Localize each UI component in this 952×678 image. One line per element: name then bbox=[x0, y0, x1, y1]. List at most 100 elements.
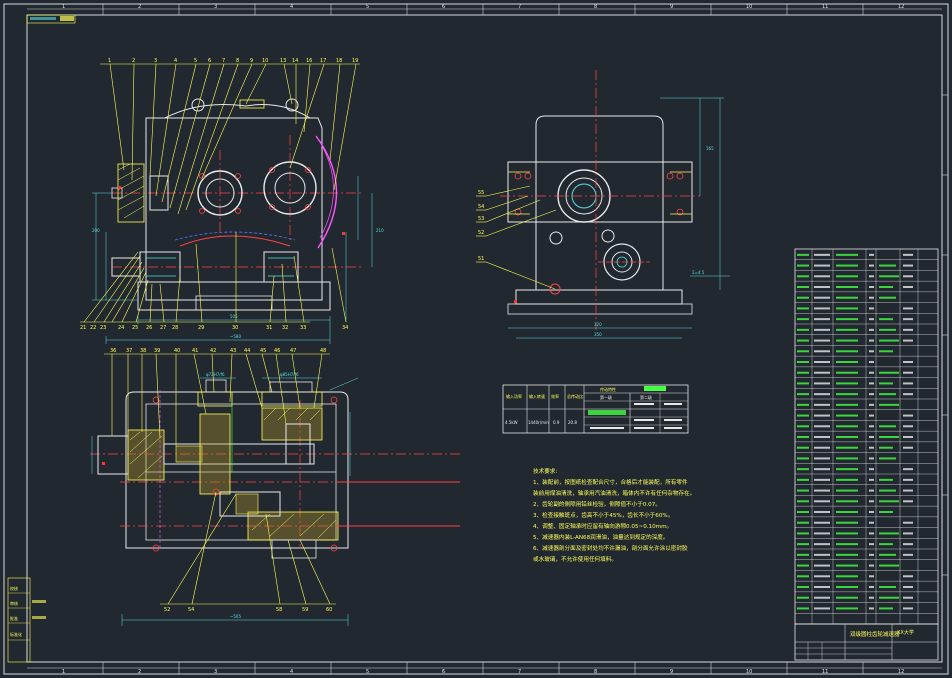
part-balloon: 36 bbox=[110, 348, 116, 354]
parts-cell-text bbox=[869, 393, 874, 396]
parts-cell-text bbox=[903, 607, 913, 610]
parts-cell-text bbox=[869, 275, 874, 278]
parts-cell-text bbox=[836, 328, 858, 331]
parts-cell-text bbox=[903, 436, 913, 438]
parts-cell-text bbox=[836, 478, 858, 481]
zone-label: 5 bbox=[366, 669, 369, 675]
dimension-text: 200 bbox=[92, 228, 100, 233]
part-balloon: 59 bbox=[302, 607, 308, 613]
parts-cell-text bbox=[836, 511, 858, 513]
dimension-text: 320 bbox=[594, 322, 602, 327]
dimension-text: 210 bbox=[376, 228, 384, 233]
parts-cell-text bbox=[797, 253, 809, 256]
parts-cell-text bbox=[879, 457, 896, 460]
parts-cell-text bbox=[879, 339, 899, 342]
parts-cell-text bbox=[836, 361, 858, 363]
parts-cell-text bbox=[869, 253, 874, 256]
parts-cell-text bbox=[869, 468, 874, 471]
parts-cell-text bbox=[797, 446, 809, 449]
parts-cell-text bbox=[836, 382, 858, 385]
spec-value: 1440r/min bbox=[528, 420, 549, 425]
part-balloon: 43 bbox=[230, 348, 236, 354]
part-balloon: 9 bbox=[250, 58, 253, 64]
parts-cell-text bbox=[814, 468, 830, 471]
parts-cell-text bbox=[797, 414, 809, 417]
parts-cell-text bbox=[869, 575, 874, 578]
parts-cell-text bbox=[797, 575, 809, 578]
part-balloon: 18 bbox=[336, 58, 342, 64]
part-balloon: 44 bbox=[244, 348, 250, 354]
parts-cell-text bbox=[836, 543, 858, 546]
part-balloon: 6 bbox=[208, 58, 211, 64]
parts-cell-text bbox=[869, 446, 874, 449]
part-balloon: 32 bbox=[282, 325, 288, 331]
drawing-title: 双级圆柱齿轮减速器 bbox=[850, 630, 900, 638]
parts-cell-text bbox=[836, 586, 858, 588]
part-balloon: 27 bbox=[160, 325, 166, 331]
parts-cell-text bbox=[879, 264, 896, 267]
part-balloon: 30 bbox=[232, 325, 238, 331]
parts-cell-text bbox=[836, 500, 858, 503]
zone-label: 1 bbox=[62, 4, 65, 10]
zone-label: 10 bbox=[746, 4, 752, 10]
parts-cell-text bbox=[836, 264, 858, 267]
school-name: XX大学 bbox=[897, 629, 914, 636]
parts-cell-text bbox=[903, 307, 913, 310]
zone-label: 3 bbox=[214, 4, 217, 10]
part-balloon: 31 bbox=[266, 325, 272, 331]
parts-cell-text bbox=[836, 318, 858, 321]
parts-cell-text bbox=[879, 500, 899, 503]
parts-list-grid bbox=[795, 249, 938, 624]
spec-header: 总传动比 bbox=[567, 393, 583, 399]
parts-cell-text bbox=[836, 607, 858, 610]
parts-cell-text bbox=[836, 489, 858, 492]
parts-cell-text bbox=[879, 286, 893, 288]
technical-requirements: 技术要求: 1、装配前，按图纸检查配合尺寸，合格后才能装配，所有零件 装前用煤油… bbox=[533, 467, 695, 563]
parts-cell-text bbox=[903, 361, 913, 363]
part-balloon: 42 bbox=[210, 348, 216, 354]
parts-cell-text bbox=[869, 489, 874, 492]
parts-cell-text bbox=[903, 414, 913, 417]
parts-cell-text bbox=[869, 361, 874, 363]
parts-cell-text bbox=[903, 500, 913, 503]
parts-cell-text bbox=[814, 339, 830, 342]
parts-cell-text bbox=[903, 328, 913, 331]
parts-cell-text bbox=[814, 275, 830, 278]
parts-cell-text bbox=[903, 253, 913, 256]
strip-label: 审核 bbox=[10, 600, 18, 606]
part-balloon: 28 bbox=[172, 325, 178, 331]
parts-cell-text bbox=[879, 371, 899, 374]
part-balloon: 10 bbox=[262, 58, 268, 64]
part-balloon: 5 bbox=[194, 58, 197, 64]
parts-cell-text bbox=[879, 446, 893, 449]
part-balloon: 48 bbox=[320, 348, 326, 354]
zone-label: 1 bbox=[62, 669, 65, 675]
parts-cell-text bbox=[879, 350, 893, 353]
parts-cell-text bbox=[836, 403, 858, 406]
parts-cell-text bbox=[903, 286, 913, 288]
parts-cell-text bbox=[903, 382, 913, 385]
parts-cell-text bbox=[836, 457, 858, 460]
parts-cell-text bbox=[879, 275, 899, 278]
parts-cell-text bbox=[797, 489, 809, 492]
parts-cell-text bbox=[879, 586, 896, 588]
parts-cell-text bbox=[869, 382, 874, 385]
parts-cell-text bbox=[903, 575, 913, 578]
parts-cell-text bbox=[797, 543, 809, 546]
parts-cell-text bbox=[903, 521, 913, 524]
parts-cell-text bbox=[869, 607, 874, 610]
parts-cell-text bbox=[869, 414, 874, 417]
zone-label: 4 bbox=[290, 4, 293, 10]
parts-cell-text bbox=[879, 478, 893, 481]
parts-cell-text bbox=[879, 511, 893, 513]
parts-cell-text bbox=[797, 500, 809, 503]
parts-cell-text bbox=[814, 586, 830, 588]
parts-cell-text bbox=[836, 296, 858, 299]
parts-cell-text bbox=[869, 436, 874, 438]
parts-cell-text bbox=[903, 478, 913, 481]
parts-cell-text bbox=[836, 446, 858, 449]
parts-cell-text bbox=[814, 286, 830, 288]
parts-cell-text bbox=[879, 489, 896, 492]
parts-cell-text bbox=[797, 607, 809, 610]
part-balloon: 23 bbox=[100, 325, 106, 331]
